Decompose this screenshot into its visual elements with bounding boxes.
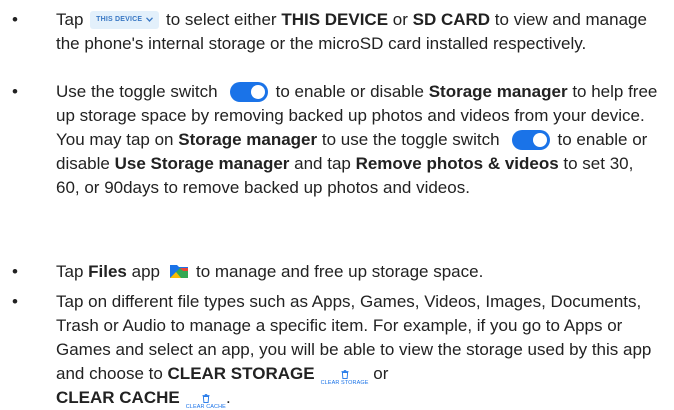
- this-device-dropdown-label: THIS DEVICE: [96, 8, 142, 32]
- list-item-files-app: • Tap Files app to manage and free up sto…: [0, 260, 674, 284]
- files-term: Files: [88, 262, 127, 281]
- toggle-knob: [533, 133, 547, 147]
- files-app-icon: [168, 262, 190, 280]
- bullet-marker: •: [12, 290, 18, 314]
- item-text: to select either: [161, 10, 281, 29]
- document-page: • Tap THIS DEVICE to select either THIS …: [0, 0, 674, 387]
- toggle-knob: [251, 85, 265, 99]
- item-text: or: [388, 10, 413, 29]
- bullet-marker: •: [12, 8, 18, 32]
- remove-photos-videos-term: Remove photos & videos: [356, 154, 559, 173]
- use-storage-manager-term: Use Storage manager: [115, 154, 290, 173]
- bullet-marker: •: [12, 260, 18, 284]
- item-text: Tap: [56, 262, 88, 281]
- item-text: app: [127, 262, 160, 281]
- trash-icon: [341, 370, 349, 379]
- this-device-term: THIS DEVICE: [281, 10, 388, 29]
- toggle-switch-icon: [512, 130, 550, 150]
- item-text: to use the toggle switch: [317, 130, 499, 149]
- list-item-storage-location: • Tap THIS DEVICE to select either THIS …: [0, 8, 674, 56]
- clear-cache-mini-label: CLEAR CACHE: [186, 405, 226, 410]
- storage-manager-term: Storage manager: [429, 82, 568, 101]
- item-text: or: [369, 364, 389, 383]
- item-text: Tap: [56, 10, 88, 29]
- clear-cache-term: CLEAR CACHE: [56, 388, 180, 407]
- list-item-storage-manager: • Use the toggle switch to enable or disa…: [0, 80, 674, 200]
- bullet-marker: •: [12, 80, 18, 104]
- item-text: to manage and free up storage space.: [196, 262, 483, 281]
- this-device-dropdown: THIS DEVICE: [90, 11, 159, 29]
- clear-storage-mini-label: CLEAR STORAGE: [321, 381, 369, 387]
- toggle-switch-icon: [230, 82, 268, 102]
- storage-manager-term: Storage manager: [178, 130, 317, 149]
- trash-icon: [202, 394, 210, 403]
- item-text: and tap: [289, 154, 355, 173]
- item-text: to enable or disable: [276, 82, 429, 101]
- item-text: .: [226, 388, 231, 407]
- clear-storage-mini-button: CLEAR STORAGE: [321, 370, 369, 387]
- item-text: Use the toggle switch: [56, 82, 218, 101]
- chevron-down-icon: [146, 17, 153, 22]
- clear-storage-term: CLEAR STORAGE: [168, 364, 315, 383]
- clear-cache-mini-button: CLEAR CACHE: [186, 394, 226, 410]
- sd-card-term: SD CARD: [413, 10, 490, 29]
- list-item-file-types: • Tap on different file types such as Ap…: [0, 290, 674, 410]
